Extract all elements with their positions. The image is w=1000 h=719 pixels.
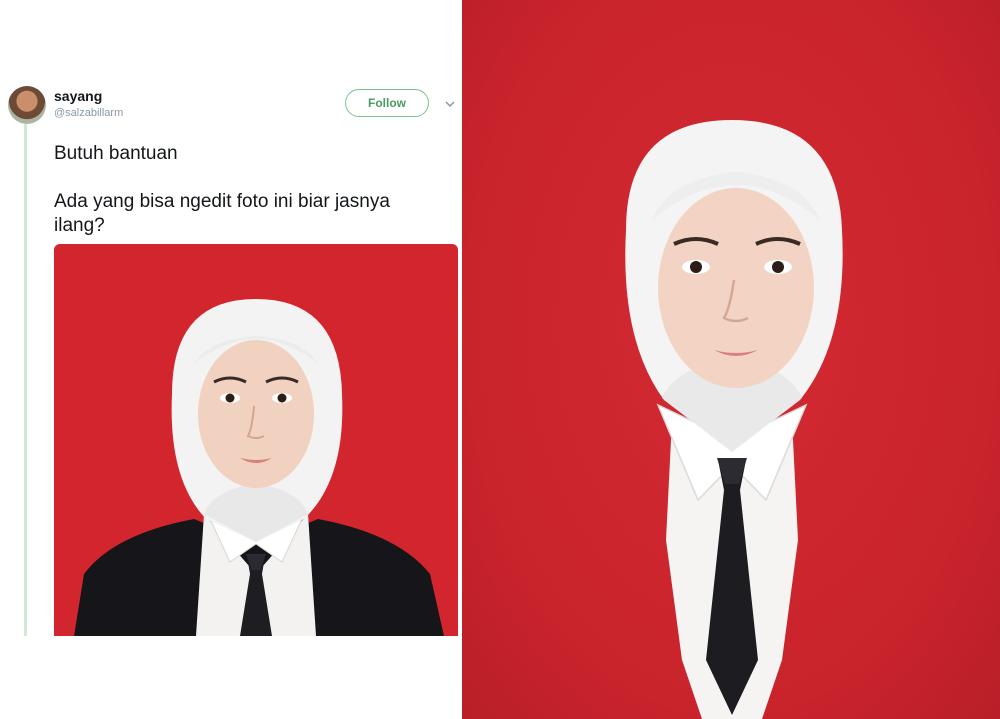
portrait-without-blazer — [625, 120, 843, 719]
tweet-text-line: Ada yang bisa ngedit foto ini biar jasny… — [54, 191, 390, 212]
avatar[interactable] — [8, 86, 46, 124]
display-name[interactable]: sayang — [54, 88, 102, 104]
tweet-photo[interactable] — [54, 244, 458, 636]
chevron-down-icon[interactable] — [442, 96, 458, 112]
edited-photo[interactable] — [462, 0, 1000, 719]
portrait-with-blazer — [74, 299, 444, 636]
thread-line — [24, 124, 27, 636]
follow-button[interactable]: Follow — [345, 89, 429, 117]
tweet-text-line: ilang? — [54, 215, 105, 236]
tweet-text-line: Butuh bantuan — [54, 143, 178, 164]
tweet-panel: sayang @salzabillarm Follow Butuh bantua… — [0, 0, 462, 719]
user-handle[interactable]: @salzabillarm — [54, 107, 123, 119]
